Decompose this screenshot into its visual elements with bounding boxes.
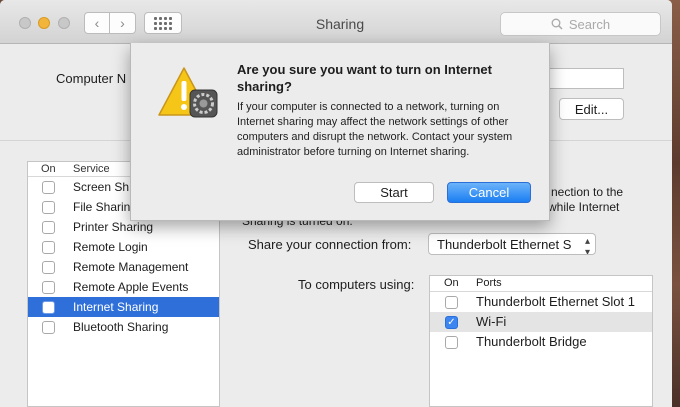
ports-column-ports: Ports: [476, 277, 502, 289]
service-checkbox[interactable]: [42, 261, 55, 274]
to-computers-label: To computers using:: [298, 277, 415, 292]
edit-button[interactable]: Edit...: [559, 98, 624, 120]
share-from-select[interactable]: Thunderbolt Ethernet S ▴ ▾: [428, 233, 596, 255]
confirm-dialog: Are you sure you want to turn on Interne…: [130, 43, 550, 221]
computer-name-label: Computer N: [56, 71, 127, 86]
dialog-message: If your computer is connected to a netwo…: [237, 101, 513, 158]
updown-arrows-icon: ▴ ▾: [584, 236, 590, 255]
start-button[interactable]: Start: [354, 182, 434, 203]
service-label: Internet Sharing: [73, 300, 159, 314]
search-placeholder: Search: [568, 16, 611, 32]
sharing-window: ‹ › Sharing Search Computer N Edit... On…: [0, 0, 672, 407]
ports-list: On Ports Thunderbolt Ethernet Slot 1 ✓ W…: [429, 275, 653, 407]
port-checkbox[interactable]: ✓: [445, 316, 458, 329]
service-checkbox[interactable]: [42, 221, 55, 234]
share-from-label: Share your connection from:: [248, 237, 412, 252]
ports-list-header: On Ports: [430, 276, 652, 292]
port-label: Thunderbolt Bridge: [476, 334, 587, 349]
port-row-wifi[interactable]: ✓ Wi-Fi: [430, 312, 652, 332]
service-checkbox[interactable]: [42, 241, 55, 254]
service-label: Remote Apple Events: [73, 280, 189, 294]
service-row-remote-login[interactable]: Remote Login: [28, 237, 219, 257]
title-bar: ‹ › Sharing Search: [0, 0, 672, 44]
service-row-internet-sharing[interactable]: Internet Sharing: [28, 297, 219, 317]
checkmark-icon: ✓: [447, 317, 456, 328]
port-row-thunderbolt-ethernet[interactable]: Thunderbolt Ethernet Slot 1: [430, 292, 652, 312]
service-label: Remote Login: [73, 240, 148, 254]
service-checkbox[interactable]: [42, 181, 55, 194]
service-label: Bluetooth Sharing: [73, 320, 169, 334]
service-checkbox[interactable]: [42, 321, 55, 334]
service-row-remote-management[interactable]: Remote Management: [28, 257, 219, 277]
service-label: Remote Management: [73, 260, 189, 274]
port-row-thunderbolt-bridge[interactable]: Thunderbolt Bridge: [430, 332, 652, 352]
port-checkbox[interactable]: [445, 296, 458, 309]
search-icon: [551, 18, 563, 30]
service-label: Screen Sh: [73, 180, 130, 194]
service-checkbox[interactable]: [42, 201, 55, 214]
service-row-bluetooth-sharing[interactable]: Bluetooth Sharing: [28, 317, 219, 337]
description-text-line2: while Internet: [548, 200, 620, 214]
service-row-remote-apple-events[interactable]: Remote Apple Events: [28, 277, 219, 297]
cancel-button[interactable]: Cancel: [447, 182, 531, 203]
warning-icon: [158, 67, 218, 118]
service-checkbox[interactable]: [42, 301, 55, 314]
column-service: Service: [73, 163, 110, 175]
port-checkbox[interactable]: [445, 336, 458, 349]
column-on: On: [41, 163, 56, 175]
share-from-value: Thunderbolt Ethernet S: [437, 237, 572, 252]
port-label: Thunderbolt Ethernet Slot 1: [476, 294, 635, 309]
service-label: File Sharin: [73, 200, 131, 214]
dialog-title: Are you sure you want to turn on Interne…: [237, 62, 492, 94]
service-label: Printer Sharing: [73, 220, 154, 234]
search-field[interactable]: Search: [500, 12, 661, 36]
port-label: Wi-Fi: [476, 314, 507, 329]
ports-column-on: On: [444, 277, 459, 289]
service-checkbox[interactable]: [42, 281, 55, 294]
description-text-line1: nection to the: [551, 185, 624, 199]
